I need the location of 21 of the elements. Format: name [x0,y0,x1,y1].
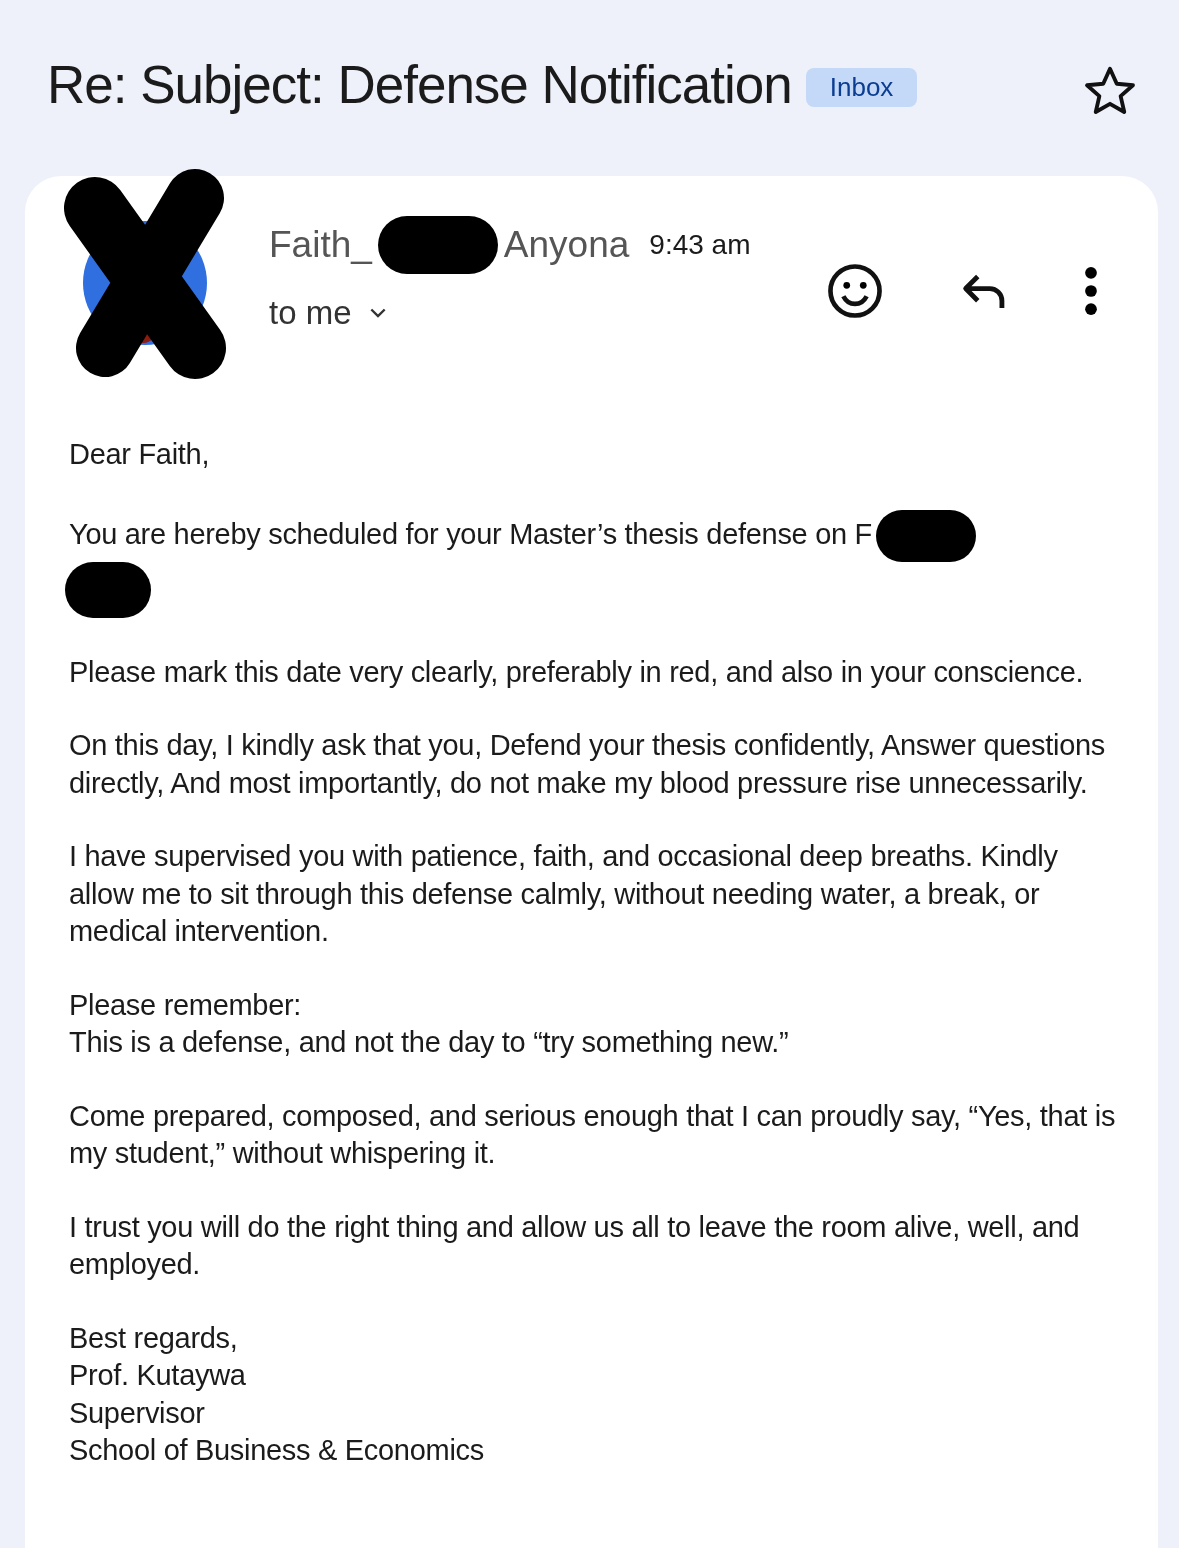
email-text: Prof. Kutaywa [69,1358,247,1393]
chevron-icon [369,307,386,319]
email-text: I have supervised you with patience, faith, and occasional deep breaths. Kindly allow me to sit through this defense calmly, without needing water, a break, or medical intervention. [69,839,1059,949]
email-text: Best regards, [69,1320,239,1356]
email-text: Please mark this date very clearly, preferably in red, and also in your conscience. [69,654,1085,690]
email-time: 9:43 am [649,229,751,261]
email-text: On this day, I kindly ask that you, Defend your thesis confidently, Answer questions directly, And most importantly, do not make my blood pressure rise unnecessarily. [69,728,1106,801]
email-text: Supervisor [69,1395,206,1431]
email-text: School of Business & Economics [69,1433,485,1468]
sender-name: Anyona [503,224,630,266]
email-subject: Re: Subject: Defense Notification [47,54,792,115]
email-text: Please remember: [69,987,303,1023]
email-text: I trust you will do the right thing and allow us all to leave the room alive, well, and employed. [69,1209,1081,1282]
email-text: Dear Faith, [69,437,211,472]
more-icon[interactable] [1084,265,1098,317]
email-text: This is a defense, and not the day to “try something new.” [69,1025,790,1060]
sender-name: Faith_ [269,224,372,266]
email-text: You are hereby scheduled for your Master’s thesis defense on F [69,509,1118,562]
inbox-label[interactable]: Inbox [805,68,918,107]
email-text: Come prepared, composed, and serious enough that I can proudly say, “Yes, that is my student,” without whispering it. [69,1098,1117,1171]
recipient-toggle[interactable]: to me [269,294,386,332]
